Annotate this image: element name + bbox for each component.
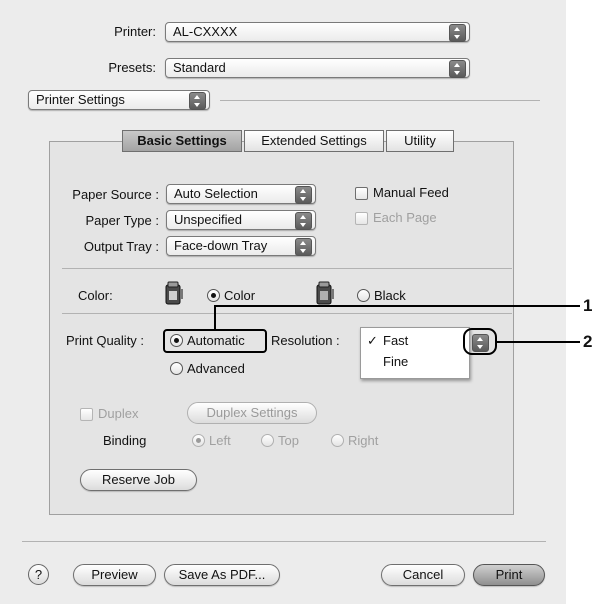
callout-2-number: 2 (583, 332, 593, 351)
callout-1-number: 1 (583, 296, 593, 315)
callout-1-line (214, 305, 580, 329)
callout-lines (214, 305, 580, 343)
